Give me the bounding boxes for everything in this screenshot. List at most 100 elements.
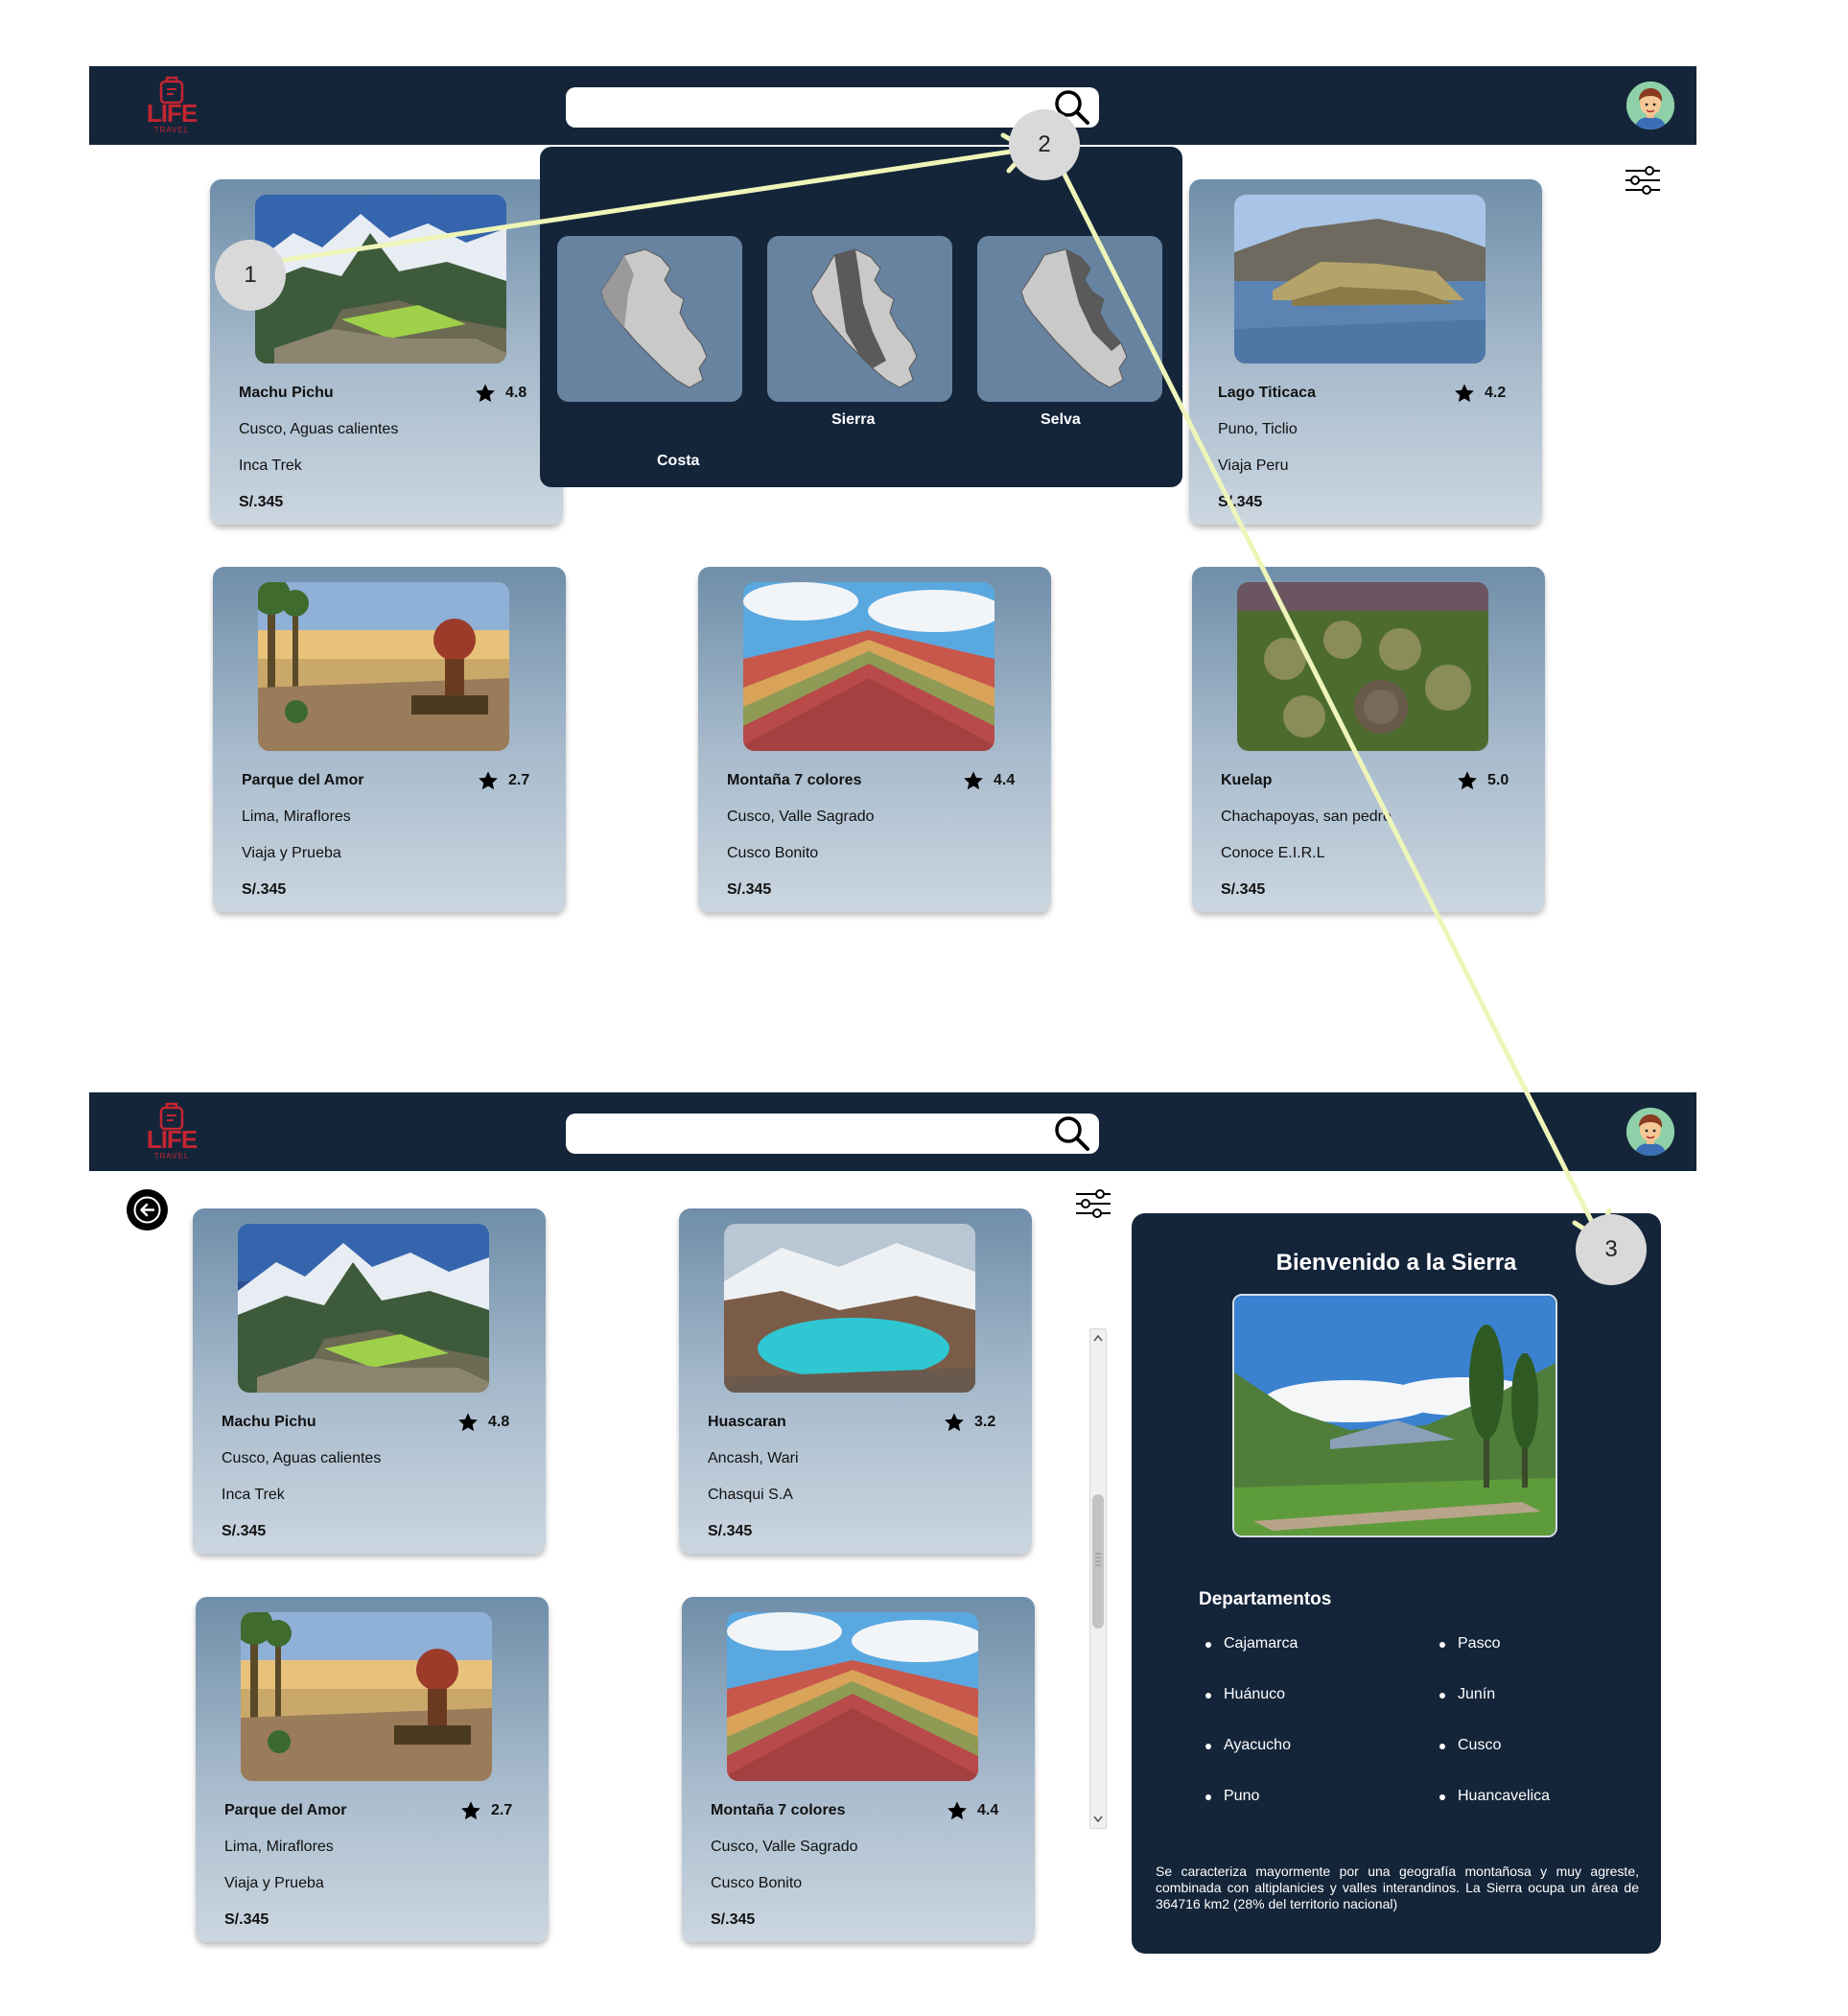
machu-picchu-photo: [238, 1224, 489, 1393]
destination-rating: 4.8: [505, 385, 527, 401]
scrollbar-thumb[interactable]: [1092, 1494, 1104, 1629]
rainbow-mountain-photo: [727, 1612, 978, 1781]
user-avatar-icon: [1626, 82, 1674, 129]
destination-rating: 4.4: [994, 772, 1016, 788]
destination-rating: 2.7: [491, 1802, 513, 1818]
star-icon: [478, 770, 499, 791]
department-item: Huancavelica: [1439, 1788, 1551, 1804]
sliders-icon: [1074, 1187, 1112, 1220]
chevron-up-icon[interactable]: [1090, 1331, 1106, 1347]
search-input[interactable]: [566, 1113, 1099, 1154]
destination-photo: [724, 1224, 975, 1393]
region-label-sierra: Sierra: [831, 411, 876, 428]
destination-card[interactable]: Machu Pichu 4.8 Cusco, Aguas calientes I…: [210, 179, 563, 525]
rainbow-mountain-photo: [743, 582, 994, 751]
peru-map-icon: [977, 236, 1162, 402]
destination-price: S/.345: [222, 1523, 267, 1539]
star-icon: [475, 383, 496, 404]
back-button[interactable]: [127, 1189, 168, 1231]
destination-card[interactable]: Machu Pichu 4.8 Cusco, Aguas calientes I…: [193, 1208, 546, 1554]
destination-card[interactable]: Lago Titicaca 4.2 Puno, Ticlio Viaja Per…: [1189, 179, 1542, 525]
department-item: Ayacucho: [1205, 1737, 1291, 1753]
results-scrollbar[interactable]: [1089, 1328, 1107, 1829]
brand-logo-subtext: TRAVEL: [153, 126, 190, 134]
destination-photo: [241, 1612, 492, 1781]
chevron-down-icon[interactable]: [1090, 1811, 1106, 1826]
brand-logo[interactable]: LIFE TRAVEL: [145, 76, 199, 137]
region-photo: [1232, 1294, 1557, 1537]
destination-location: Cusco, Aguas calientes: [239, 421, 399, 437]
kuelap-photo: [1237, 582, 1488, 751]
star-icon: [1457, 770, 1478, 791]
destination-card[interactable]: Parque del Amor 2.7 Lima, Miraflores Via…: [196, 1597, 549, 1942]
destination-location: Cusco, Aguas calientes: [222, 1450, 382, 1466]
peru-map-icon: [557, 236, 742, 402]
destination-title: Machu Pichu: [239, 385, 334, 401]
destination-agency: Cusco Bonito: [711, 1875, 803, 1891]
top-navbar: LIFE TRAVEL: [89, 1092, 1696, 1171]
destination-price: S/.345: [727, 881, 772, 898]
avatar[interactable]: [1626, 82, 1674, 129]
destination-location: Lima, Miraflores: [242, 809, 351, 825]
destination-agency: Viaja y Prueba: [224, 1875, 324, 1891]
destination-title: Parque del Amor: [224, 1802, 347, 1818]
destination-photo: [1234, 195, 1485, 363]
destination-agency: Inca Trek: [222, 1487, 285, 1503]
region-option-selva[interactable]: [977, 236, 1162, 402]
sliders-icon: [1624, 164, 1662, 197]
destination-location: Puno, Ticlio: [1218, 421, 1298, 437]
destination-photo: [258, 582, 509, 751]
destination-title: Kuelap: [1221, 772, 1273, 788]
star-icon: [963, 770, 984, 791]
department-item: Junín: [1439, 1686, 1496, 1702]
step-marker-3: 3: [1576, 1214, 1647, 1285]
destination-title: Parque del Amor: [242, 772, 364, 788]
search-button[interactable]: [1051, 1113, 1093, 1154]
destination-agency: Inca Trek: [239, 457, 302, 474]
step-marker-1: 1: [215, 240, 286, 311]
destination-location: Lima, Miraflores: [224, 1839, 334, 1855]
user-avatar-icon: [1626, 1108, 1674, 1156]
arrow-left-icon: [133, 1196, 161, 1224]
destination-price: S/.345: [224, 1911, 269, 1928]
step-marker-2: 2: [1009, 109, 1080, 180]
destination-price: S/.345: [1221, 881, 1266, 898]
destination-title: Lago Titicaca: [1218, 385, 1316, 401]
destination-title: Montaña 7 colores: [727, 772, 862, 788]
department-item: Pasco: [1439, 1635, 1501, 1652]
peru-map-icon: [767, 236, 952, 402]
destination-photo: [255, 195, 506, 363]
brand-logo[interactable]: LIFE TRAVEL: [145, 1102, 199, 1163]
filter-button[interactable]: [1074, 1187, 1112, 1220]
grip-icon: [1095, 1553, 1101, 1566]
destination-agency: Conoce E.I.R.L: [1221, 845, 1325, 861]
machu-picchu-photo: [255, 195, 506, 363]
region-selector-popup: Costa Sierra Selva: [540, 147, 1182, 487]
avatar[interactable]: [1626, 1108, 1674, 1156]
department-item: Cajamarca: [1205, 1635, 1298, 1652]
sierra-landscape-photo: [1234, 1296, 1556, 1535]
destination-photo: [743, 582, 994, 751]
region-label-selva: Selva: [1041, 411, 1081, 428]
destination-agency: Chasqui S.A: [708, 1487, 793, 1503]
department-item: Huánuco: [1205, 1686, 1286, 1702]
destination-location: Ancash, Wari: [708, 1450, 799, 1466]
destination-card[interactable]: Montaña 7 colores 4.4 Cusco, Valle Sagra…: [682, 1597, 1035, 1942]
destination-card[interactable]: Huascaran 3.2 Ancash, Wari Chasqui S.A S…: [679, 1208, 1032, 1554]
destination-price: S/.345: [239, 494, 284, 510]
search-icon: [1051, 1113, 1093, 1154]
region-option-sierra[interactable]: [767, 236, 952, 402]
destination-title: Machu Pichu: [222, 1414, 316, 1430]
top-navbar: LIFE TRAVEL: [89, 66, 1696, 145]
region-option-costa[interactable]: [557, 236, 742, 402]
filter-button[interactable]: [1624, 164, 1662, 197]
destination-card[interactable]: Montaña 7 colores 4.4 Cusco, Valle Sagra…: [698, 567, 1051, 912]
destination-card[interactable]: Kuelap 5.0 Chachapoyas, san pedro Conoce…: [1192, 567, 1545, 912]
destination-photo: [727, 1612, 978, 1781]
destination-price: S/.345: [242, 881, 287, 898]
huascaran-photo: [724, 1224, 975, 1393]
destination-photo: [238, 1224, 489, 1393]
department-item: Cusco: [1439, 1737, 1502, 1753]
destination-card[interactable]: Parque del Amor 2.7 Lima, Miraflores Via…: [213, 567, 566, 912]
destination-photo: [1237, 582, 1488, 751]
